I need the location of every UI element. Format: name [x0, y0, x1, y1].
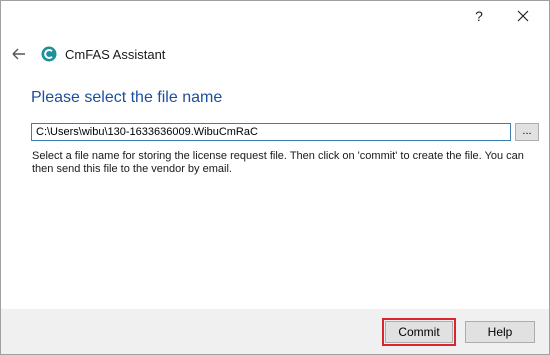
browse-button[interactable]: ... [515, 123, 539, 141]
file-name-input[interactable] [31, 123, 511, 141]
close-button[interactable] [511, 6, 535, 26]
button-bar: Commit Help [1, 309, 549, 354]
assistant-window: ? CmFAS Assistant Please select the file… [0, 0, 550, 355]
page-heading: Please select the file name [31, 89, 223, 106]
help-titlebar-button[interactable]: ? [469, 6, 489, 26]
app-title: CmFAS Assistant [65, 47, 166, 62]
close-icon [517, 10, 529, 22]
instruction-text: Select a file name for storing the licen… [32, 150, 524, 175]
back-arrow-icon [12, 48, 25, 60]
cmfas-logo-icon [41, 46, 57, 62]
commit-button[interactable]: Commit [382, 318, 456, 346]
help-button[interactable]: Help [465, 321, 535, 343]
back-button[interactable] [10, 46, 30, 62]
